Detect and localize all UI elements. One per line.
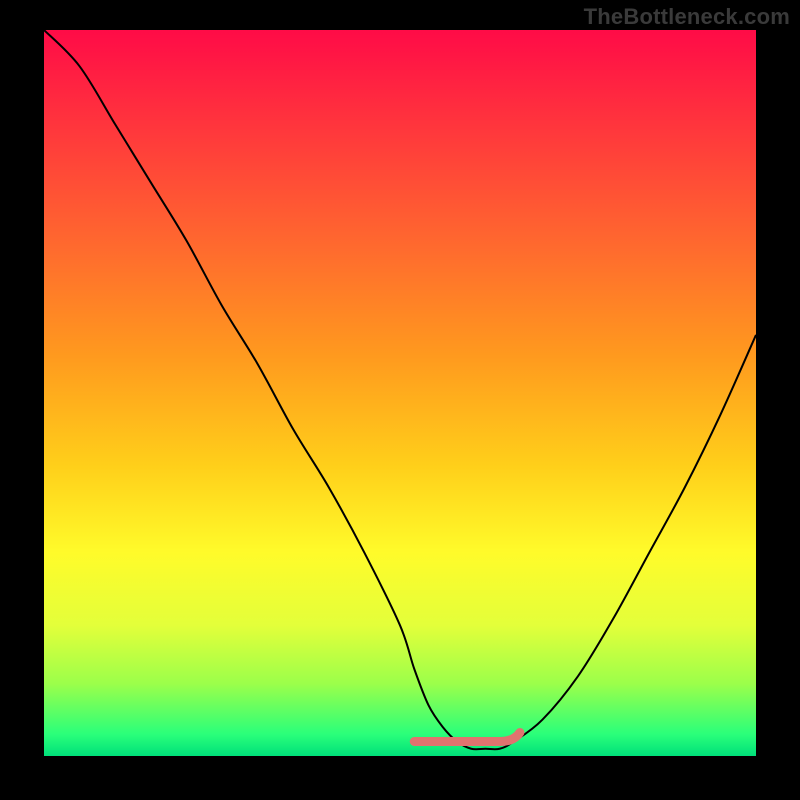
plot-area	[44, 30, 756, 756]
watermark-text: TheBottleneck.com	[584, 4, 790, 30]
chart-frame: TheBottleneck.com	[0, 0, 800, 800]
gradient-background	[44, 30, 756, 756]
bottleneck-chart	[44, 30, 756, 756]
